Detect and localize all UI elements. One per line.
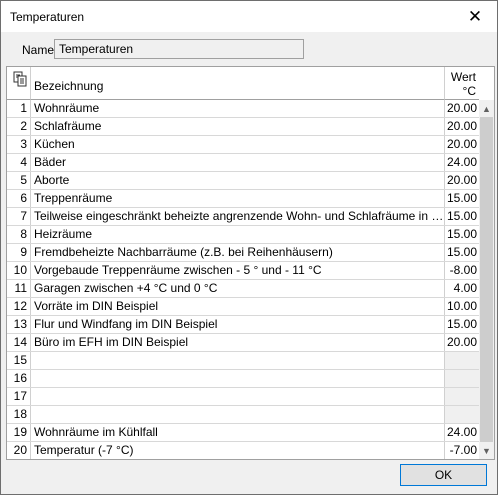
row-number: 1 (7, 100, 31, 117)
column-header-value-label: Wert °C (450, 70, 476, 98)
row-number: 9 (7, 244, 31, 261)
row-number: 4 (7, 154, 31, 171)
row-number: 20 (7, 442, 31, 459)
row-name-cell[interactable]: Bäder (31, 154, 445, 171)
row-number: 14 (7, 334, 31, 351)
row-number: 2 (7, 118, 31, 135)
temperaturen-dialog: Temperaturen ✕ Name Temperaturen Bezeich… (0, 0, 498, 495)
table-row[interactable]: 1 Wohnräume 20.00 (7, 100, 479, 118)
name-label: Name (22, 43, 55, 57)
table-row[interactable]: 10 Vorgebaude Treppenräume zwischen - 5 °… (7, 262, 479, 280)
copy-button[interactable] (7, 67, 31, 100)
row-name-cell[interactable]: Treppenräume (31, 190, 445, 207)
row-name-cell[interactable] (31, 388, 445, 405)
table-row[interactable]: 20 Temperatur (-7 °C) -7.00 (7, 442, 479, 459)
row-name-cell[interactable]: Vorräte im DIN Beispiel (31, 298, 445, 315)
table-row[interactable]: 9 Fremdbeheizte Nachbarräume (z.B. bei Re… (7, 244, 479, 262)
table-row[interactable]: 8 Heizräume 15.00 (7, 226, 479, 244)
row-number: 6 (7, 190, 31, 207)
row-name-cell[interactable]: Garagen zwischen +4 °C und 0 °C (31, 280, 445, 297)
row-value-cell[interactable]: 15.00 (445, 226, 479, 243)
column-header-wert[interactable]: Wert °C (445, 67, 479, 100)
name-field[interactable]: Temperaturen (54, 39, 304, 59)
row-number: 18 (7, 406, 31, 423)
table-row[interactable]: 7 Teilweise eingeschränkt beheizte angren… (7, 208, 479, 226)
row-number: 3 (7, 136, 31, 153)
row-number: 8 (7, 226, 31, 243)
row-name-cell[interactable]: Fremdbeheizte Nachbarräume (z.B. bei Rei… (31, 244, 445, 261)
row-number: 16 (7, 370, 31, 387)
table-row[interactable]: 14 Büro im EFH im DIN Beispiel 20.00 (7, 334, 479, 352)
row-value-cell[interactable]: 24.00 (445, 424, 479, 441)
temperature-table: Bezeichnung Wert °C 1 Wohnräume 20.00 2 Schla… (6, 66, 495, 460)
row-number: 5 (7, 172, 31, 189)
row-number: 19 (7, 424, 31, 441)
scrollbar-thumb[interactable] (480, 117, 493, 442)
row-value-cell[interactable]: 20.00 (445, 172, 479, 189)
table-row[interactable]: 16 (7, 370, 479, 388)
row-name-cell[interactable] (31, 370, 445, 387)
row-value-cell[interactable]: 15.00 (445, 244, 479, 261)
row-name-cell[interactable]: Küchen (31, 136, 445, 153)
table-row[interactable]: 4 Bäder 24.00 (7, 154, 479, 172)
row-value-cell[interactable]: -8.00 (445, 262, 479, 279)
row-number: 10 (7, 262, 31, 279)
row-number: 11 (7, 280, 31, 297)
row-name-cell[interactable]: Heizräume (31, 226, 445, 243)
title-bar: Temperaturen ✕ (1, 1, 497, 32)
row-name-cell[interactable] (31, 352, 445, 369)
row-number: 7 (7, 208, 31, 225)
row-value-cell[interactable] (445, 406, 479, 423)
close-icon[interactable]: ✕ (453, 1, 497, 32)
row-name-cell[interactable]: Flur und Windfang im DIN Beispiel (31, 316, 445, 333)
table-row[interactable]: 15 (7, 352, 479, 370)
copy-icon (13, 71, 27, 87)
table-row[interactable]: 12 Vorräte im DIN Beispiel 10.00 (7, 298, 479, 316)
table-row[interactable]: 5 Aborte 20.00 (7, 172, 479, 190)
row-value-cell[interactable]: 4.00 (445, 280, 479, 297)
scroll-up-icon[interactable]: ▲ (479, 100, 494, 117)
window-title: Temperaturen (10, 10, 85, 24)
table-row[interactable]: 2 Schlafräume 20.00 (7, 118, 479, 136)
row-name-cell[interactable]: Teilweise eingeschränkt beheizte angrenz… (31, 208, 445, 225)
row-value-cell[interactable]: 15.00 (445, 316, 479, 333)
row-number: 13 (7, 316, 31, 333)
table-row[interactable]: 13 Flur und Windfang im DIN Beispiel 15.00 (7, 316, 479, 334)
row-name-cell[interactable] (31, 406, 445, 423)
row-value-cell[interactable] (445, 370, 479, 387)
row-value-cell[interactable]: 20.00 (445, 100, 479, 117)
scroll-down-icon[interactable]: ▼ (479, 442, 494, 459)
row-value-cell[interactable]: 20.00 (445, 136, 479, 153)
row-name-cell[interactable]: Wohnräume im Kühlfall (31, 424, 445, 441)
row-value-cell[interactable] (445, 352, 479, 369)
row-name-cell[interactable]: Büro im EFH im DIN Beispiel (31, 334, 445, 351)
row-value-cell[interactable]: 15.00 (445, 190, 479, 207)
row-value-cell[interactable]: -7.00 (445, 442, 479, 459)
table-row[interactable]: 11 Garagen zwischen +4 °C und 0 °C 4.00 (7, 280, 479, 298)
row-number: 15 (7, 352, 31, 369)
row-value-cell[interactable]: 15.00 (445, 208, 479, 225)
row-name-cell[interactable]: Wohnräume (31, 100, 445, 117)
row-name-cell[interactable]: Temperatur (-7 °C) (31, 442, 445, 459)
table-row[interactable]: 17 (7, 388, 479, 406)
column-header-label: Bezeichnung (34, 79, 104, 93)
row-name-cell[interactable]: Vorgebaude Treppenräume zwischen - 5 ° u… (31, 262, 445, 279)
row-name-cell[interactable]: Aborte (31, 172, 445, 189)
column-header-bezeichnung[interactable]: Bezeichnung (31, 67, 445, 100)
ok-button[interactable]: OK (400, 464, 487, 486)
row-name-cell[interactable]: Schlafräume (31, 118, 445, 135)
row-value-cell[interactable]: 24.00 (445, 154, 479, 171)
table-row[interactable]: 19 Wohnräume im Kühlfall 24.00 (7, 424, 479, 442)
vertical-scrollbar[interactable]: ▲ ▼ (479, 100, 494, 459)
row-number: 12 (7, 298, 31, 315)
row-value-cell[interactable]: 10.00 (445, 298, 479, 315)
row-number: 17 (7, 388, 31, 405)
row-value-cell[interactable]: 20.00 (445, 334, 479, 351)
row-value-cell[interactable]: 20.00 (445, 118, 479, 135)
table-body: 1 Wohnräume 20.00 2 Schlafräume 20.00 3 Küchen 2… (7, 100, 479, 459)
table-row[interactable]: 6 Treppenräume 15.00 (7, 190, 479, 208)
table-row[interactable]: 18 (7, 406, 479, 424)
row-value-cell[interactable] (445, 388, 479, 405)
table-row[interactable]: 3 Küchen 20.00 (7, 136, 479, 154)
